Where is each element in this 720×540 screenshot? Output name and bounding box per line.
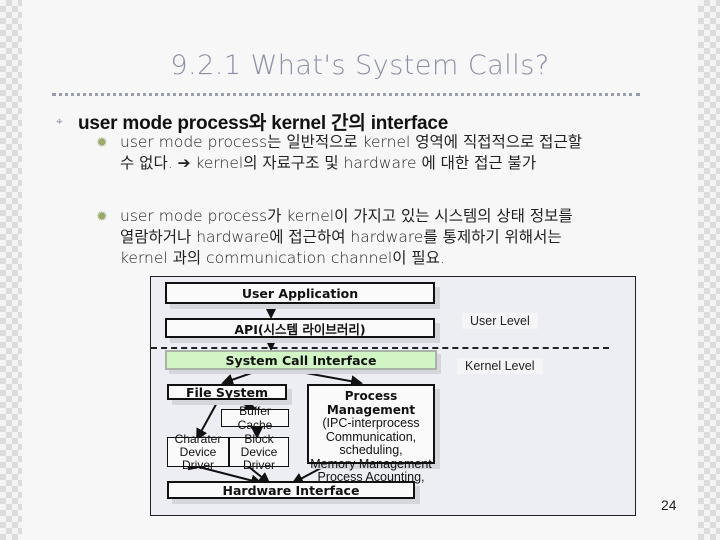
title-divider (52, 93, 640, 96)
system-call-diagram: User Application API(시스템 라이브러리) System C… (150, 276, 636, 516)
character-device-driver-box: Charater Device Driver (167, 432, 229, 471)
bullet-line: 열람하거나 hardware에 접근하여 hardware를 통제하기 위해서는 (120, 228, 562, 246)
hardware-interface-box: Hardware Interface (167, 481, 415, 499)
process-management-line: Communication, scheduling, (325, 429, 417, 457)
bullet-text: user mode process와 kernel 간의 interface (78, 113, 449, 134)
block-device-line: Device Driver (240, 444, 278, 472)
left-checker-border (0, 0, 22, 540)
user-application-box: User Application (165, 282, 435, 304)
right-checker-border (698, 0, 720, 540)
bullet-level2: ✹ user mode process는 일반적으로 kernel 영역에 직접… (96, 132, 676, 174)
process-management-line: (IPC-interprocess (322, 416, 420, 430)
block-device-line: Block (244, 431, 274, 446)
starburst-bullet-icon: ✹ (96, 209, 108, 225)
starburst-bullet-icon: ✹ (96, 135, 108, 151)
bullet-line: user mode process가 kernel이 가지고 있는 시스템의 상… (120, 207, 573, 225)
process-management-title: Process Management (326, 389, 416, 417)
block-device-driver-box: Block Device Driver (229, 432, 289, 471)
character-device-line: Device Driver (179, 444, 217, 472)
file-system-box: File System (167, 384, 287, 400)
kernel-level-label: Kernel Level (457, 358, 543, 374)
process-management-box: Process Management (IPC-interprocess Com… (307, 384, 435, 497)
character-device-line: Charater (174, 431, 222, 446)
bullet-line: kernel 과의 communication channel이 필요. (120, 249, 445, 267)
buffer-cache-box: Buffer Cache (221, 404, 289, 432)
slide-title: 9.2.1 What's System Calls? (170, 50, 550, 81)
system-call-interface-box: System Call Interface (165, 350, 437, 370)
page-number: 24 (661, 497, 677, 513)
bullet-line: user mode process는 일반적으로 kernel 영역에 직접적으… (120, 133, 582, 151)
crosshair-bullet-icon: ⌖ (56, 114, 63, 128)
api-box: API(시스템 라이브러리) (165, 318, 435, 338)
process-management-line: Memory Management (310, 456, 432, 471)
bullet-line: 수 없다. ➔ kernel의 자료구조 및 hardware 에 대한 접근 … (120, 154, 537, 172)
user-level-label: User Level (462, 313, 538, 329)
bullet-level2: ✹ user mode process가 kernel이 가지고 있는 시스템의… (96, 206, 676, 269)
bullet-level1: ⌖ user mode process와 kernel 간의 interface (56, 108, 448, 135)
